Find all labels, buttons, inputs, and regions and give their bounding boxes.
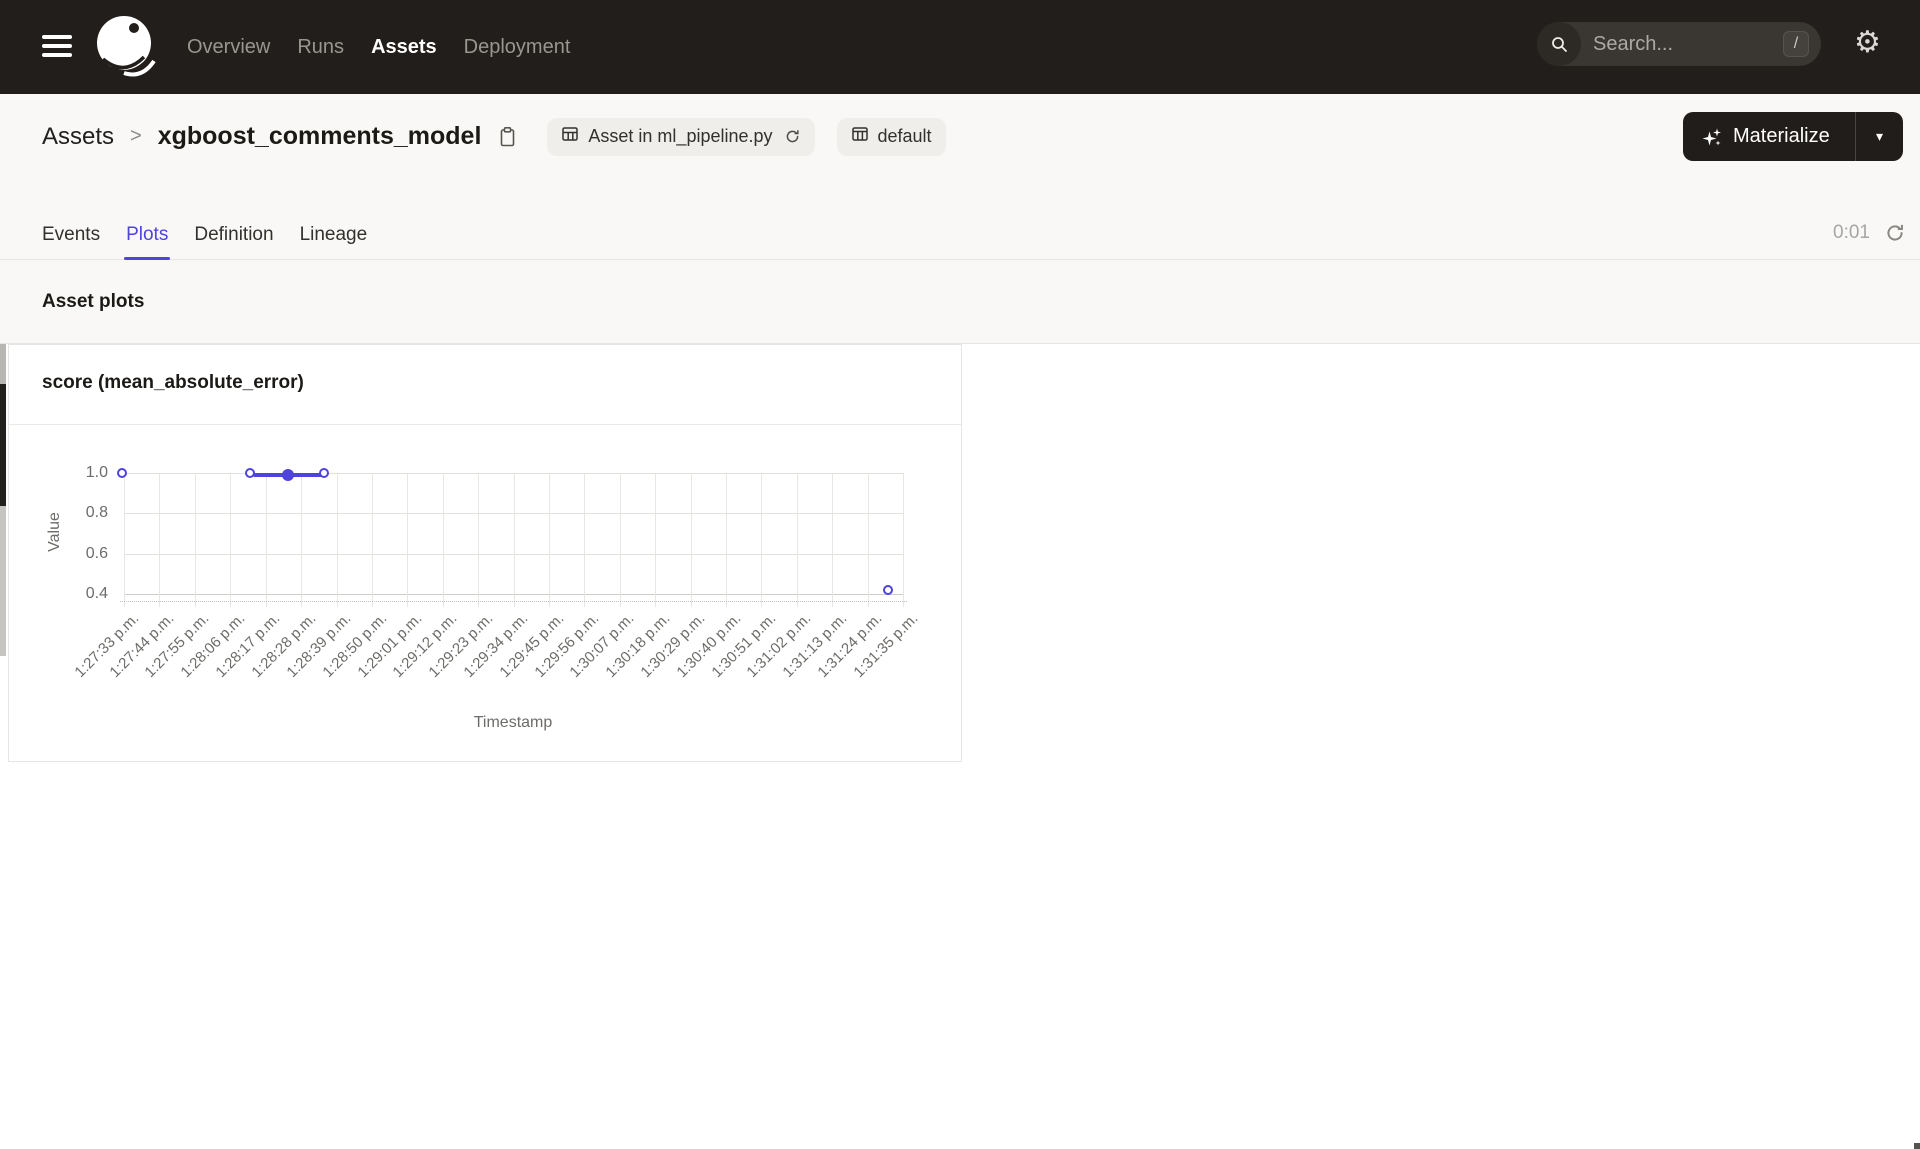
hamburger-menu-icon[interactable]	[42, 35, 72, 59]
plot-title-divider	[9, 424, 961, 425]
settings-gear-icon[interactable]: ⚙	[1854, 26, 1881, 60]
nav-item-assets[interactable]: Assets	[371, 36, 437, 59]
tab-plots[interactable]: Plots	[124, 210, 171, 260]
repo-icon	[851, 125, 869, 148]
section-title-asset-plots: Asset plots	[42, 291, 145, 312]
search-input[interactable]: Search... /	[1537, 22, 1821, 66]
refresh-countdown: 0:01	[1833, 222, 1870, 243]
asset-definition-tag[interactable]: Asset in ml_pipeline.py	[547, 117, 815, 156]
sparkle-icon	[1702, 128, 1721, 145]
dagster-logo[interactable]	[94, 11, 164, 83]
clipboard-icon	[501, 126, 515, 146]
active-tab-underline	[124, 257, 171, 260]
materialize-label: Materialize	[1733, 125, 1830, 147]
refresh-button[interactable]	[1884, 222, 1906, 244]
breadcrumb-assets-link[interactable]: Assets	[42, 123, 114, 151]
tab-events[interactable]: Events	[42, 210, 100, 260]
plot-card	[8, 344, 962, 762]
nav-item-deployment[interactable]: Deployment	[464, 36, 571, 59]
search-shortcut-badge: /	[1783, 31, 1809, 57]
materialize-button[interactable]: Materialize	[1683, 112, 1855, 161]
copy-asset-name-button[interactable]	[497, 126, 517, 148]
materialize-dropdown-toggle[interactable]: ▾	[1856, 112, 1903, 161]
refresh-status: 0:01	[1833, 222, 1906, 244]
plot-title: score (mean_absolute_error)	[42, 372, 304, 393]
tab-lineage[interactable]: Lineage	[300, 210, 368, 260]
reload-definition-icon[interactable]	[784, 128, 801, 145]
breadcrumb: Assets > xgboost_comments_model Asset in…	[42, 112, 946, 161]
materialize-split-button: Materialize ▾	[1683, 112, 1903, 161]
breadcrumb-separator: >	[130, 125, 142, 147]
asset-tags: Asset in ml_pipeline.py default	[547, 117, 946, 156]
page-root: Overview Runs Assets Deployment Search... /…	[0, 0, 1920, 1149]
primary-nav: Overview Runs Assets Deployment	[187, 0, 570, 94]
left-edge-artifact	[0, 506, 6, 656]
asset-grid-icon	[561, 125, 579, 148]
code-location-tag[interactable]: default	[836, 117, 946, 156]
left-edge-artifact	[0, 344, 6, 384]
top-nav-bar: Overview Runs Assets Deployment Search... /…	[0, 0, 1920, 94]
tab-definition[interactable]: Definition	[194, 210, 273, 260]
search-placeholder: Search...	[1593, 32, 1674, 55]
left-edge-artifact	[0, 384, 6, 506]
nav-item-runs[interactable]: Runs	[297, 36, 344, 59]
nav-item-overview[interactable]: Overview	[187, 36, 270, 59]
asset-tabs: Events Plots Definition Lineage	[42, 210, 367, 260]
search-icon	[1537, 22, 1581, 66]
page-title: xgboost_comments_model	[157, 122, 482, 150]
chevron-down-icon: ▾	[1875, 128, 1884, 144]
corner-artifact	[1914, 1143, 1920, 1149]
